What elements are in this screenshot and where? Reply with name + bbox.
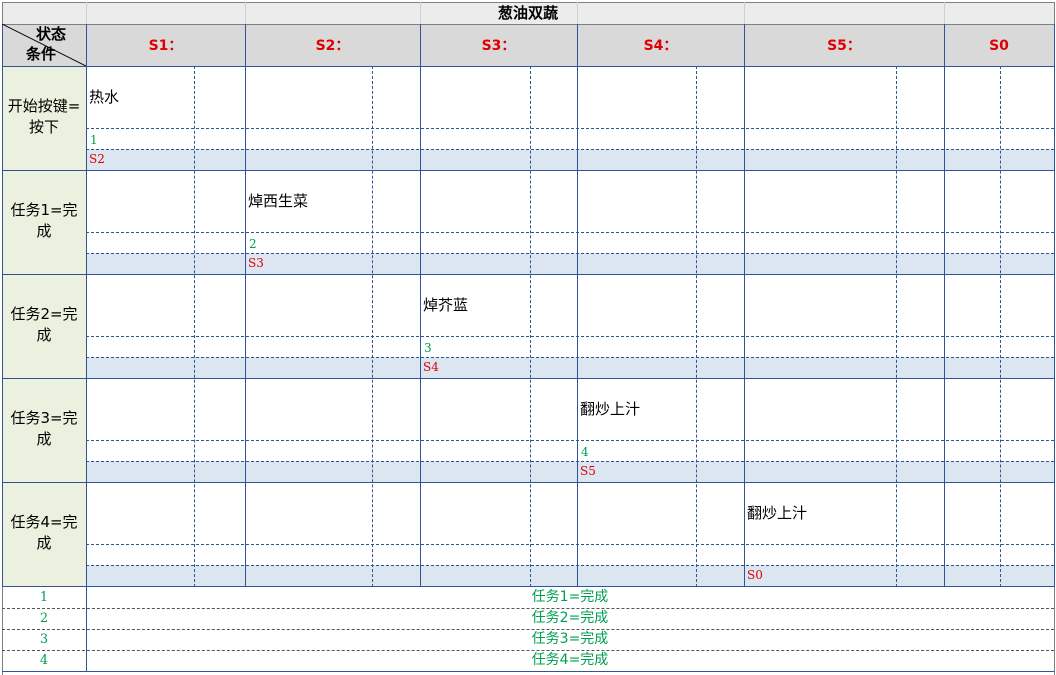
title-bottom (2, 24, 1054, 25)
legend-condition: 任务4=完成 (531, 652, 609, 668)
row-subline (86, 357, 1054, 358)
legend-condition: 任务1=完成 (531, 589, 609, 605)
frame-top (2, 2, 1054, 3)
row-subline (86, 336, 1054, 337)
column-header-s4: S4： (643, 38, 678, 54)
subcolumn-line (372, 66, 373, 587)
next-state: S3 (248, 256, 264, 270)
column-line (2, 24, 3, 587)
column-header-s5: S5： (827, 38, 861, 54)
row-subline (86, 461, 1054, 462)
row-block-line (2, 482, 1054, 483)
column-header-s2: S2： (315, 38, 350, 54)
column-line (420, 24, 421, 587)
column-line (944, 24, 945, 587)
table-title: 葱油双蔬 (497, 4, 558, 22)
legend-condition: 任务2=完成 (531, 610, 609, 626)
column-header-s3: S3： (481, 38, 516, 54)
subcolumn-line (1000, 66, 1001, 587)
row-block-line (2, 274, 1054, 275)
legend-number: 3 (39, 632, 49, 647)
legend-number: 4 (39, 653, 49, 668)
row-condition-label: 任务3=完成 (10, 409, 78, 448)
transition-number: 2 (249, 237, 257, 251)
legend-row-line (2, 650, 1054, 651)
state-table-sheet: 葱油双蔬 状态 条件 S1： S2： S3： S4： S5： S0 开始按键=按下 热水 1 S2… (0, 0, 1056, 675)
step-action: 热水 (89, 88, 120, 106)
step-action: 焯芥蓝 (423, 296, 469, 314)
subcolumn-line (696, 66, 697, 587)
next-state: S5 (580, 464, 596, 478)
row-subline (86, 128, 1054, 129)
legend-row-line (2, 629, 1054, 630)
row-block-line (2, 170, 1054, 171)
row-subline (86, 149, 1054, 150)
column-header-s1: S1： (148, 38, 183, 54)
column-line (744, 24, 745, 587)
transition-number: 4 (581, 445, 589, 459)
next-state: S4 (423, 360, 439, 374)
transition-number: 1 (90, 133, 98, 147)
column-line (577, 24, 578, 587)
state-band (86, 149, 1054, 170)
legend-row-line (2, 671, 1054, 672)
subcolumn-line (530, 66, 531, 587)
next-state: S0 (747, 568, 763, 582)
legend-condition: 任务3=完成 (531, 631, 609, 647)
row-subline (86, 253, 1054, 254)
column-line (245, 24, 246, 587)
row-block-line (2, 378, 1054, 379)
step-action: 翻炒上汁 (580, 400, 641, 418)
step-action: 翻炒上汁 (747, 504, 808, 522)
legend-row-line (2, 608, 1054, 609)
state-band (86, 565, 1054, 586)
column-line (1054, 24, 1055, 587)
row-subline (86, 440, 1054, 441)
row-condition-label: 任务4=完成 (10, 513, 78, 552)
legend-number: 1 (39, 590, 49, 605)
subcolumn-line (194, 66, 195, 587)
row-subline (86, 565, 1054, 566)
row-subline (86, 544, 1054, 545)
corner-state-label: 状态 (36, 25, 67, 43)
transition-number: 3 (424, 341, 432, 355)
row-condition-label: 开始按键=按下 (7, 97, 81, 136)
next-state: S2 (89, 152, 105, 166)
legend-number: 2 (39, 611, 49, 626)
subcolumn-line (896, 66, 897, 587)
state-band (86, 461, 1054, 482)
corner-condition-label: 条件 (26, 45, 57, 63)
row-condition-label: 任务2=完成 (10, 305, 78, 344)
row-subline (86, 232, 1054, 233)
state-band (86, 357, 1054, 378)
row-block-line (2, 586, 1054, 587)
row-condition-label: 任务1=完成 (10, 201, 78, 240)
column-header-s0: S0 (989, 38, 1009, 54)
column-line (86, 24, 87, 587)
state-band (86, 253, 1054, 274)
step-action: 焯西生菜 (248, 192, 309, 210)
